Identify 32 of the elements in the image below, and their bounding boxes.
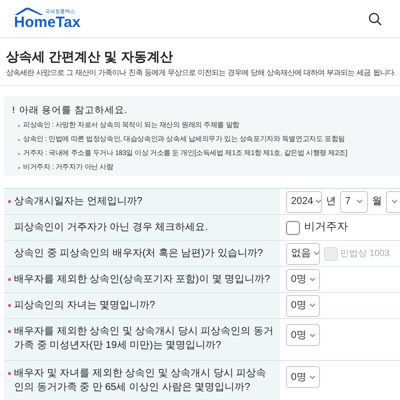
notice-heading: 아래 용어를 참고하세요. (19, 104, 127, 118)
caret-icon (313, 251, 320, 256)
question-text: 배우자 및 자녀를 제외한 상속인 및 상속개시 당시 피상속인의 동거가족 중 만 65세 이상인 사람은 몇명입니까? (14, 367, 268, 395)
count-select[interactable]: 0명 (286, 324, 320, 346)
question-text: 배우자를 제외한 상속인 및 상속개시 당시 피상속인의 동거가족 중 미성년자(만 19세 미만)는 몇명입니까? (14, 325, 274, 353)
caret-icon (308, 374, 316, 380)
logo-text: HomeTax (14, 14, 80, 30)
caret-icon (308, 303, 316, 308)
month-select[interactable]: 7 (340, 190, 368, 212)
question-text: 상속개시일자는 언제입니까? (14, 194, 142, 208)
caret-icon (308, 332, 316, 338)
question-text: 배우자를 제외한 상속인(상속포기자 포함)이 몇 명입니까? (14, 272, 270, 286)
question-text: 상속인 중 피상속인의 배우자(처 혹은 남편)가 있습니까? (14, 246, 263, 260)
year-unit: 년 (326, 195, 336, 209)
month-unit: 월 (372, 195, 382, 209)
checkbox-label: 비거주자 (304, 220, 348, 236)
count-select[interactable]: 0명 (286, 268, 320, 290)
notice-mark: ! (12, 104, 15, 118)
roof-icon (14, 6, 44, 14)
caret-icon (308, 277, 316, 282)
search-icon[interactable] (368, 12, 382, 26)
year-select[interactable]: 2024 (286, 190, 322, 212)
question-text: 피상속인의 자녀는 몇명입니까? (14, 298, 156, 312)
caret-icon (356, 199, 363, 204)
caret-icon (391, 199, 398, 204)
checkbox[interactable] (286, 220, 300, 234)
question-text: 피상속인이 거주자가 아닌 경우 체크하세요. (14, 220, 208, 234)
count-select[interactable]: 0명 (286, 294, 320, 316)
caret-icon (315, 199, 322, 204)
count-select[interactable]: 0명 (286, 366, 320, 388)
checkbox-label: 민법상 1003 (340, 246, 390, 260)
page-title: 상속세 간편계산 및 자동계산 (6, 48, 174, 66)
